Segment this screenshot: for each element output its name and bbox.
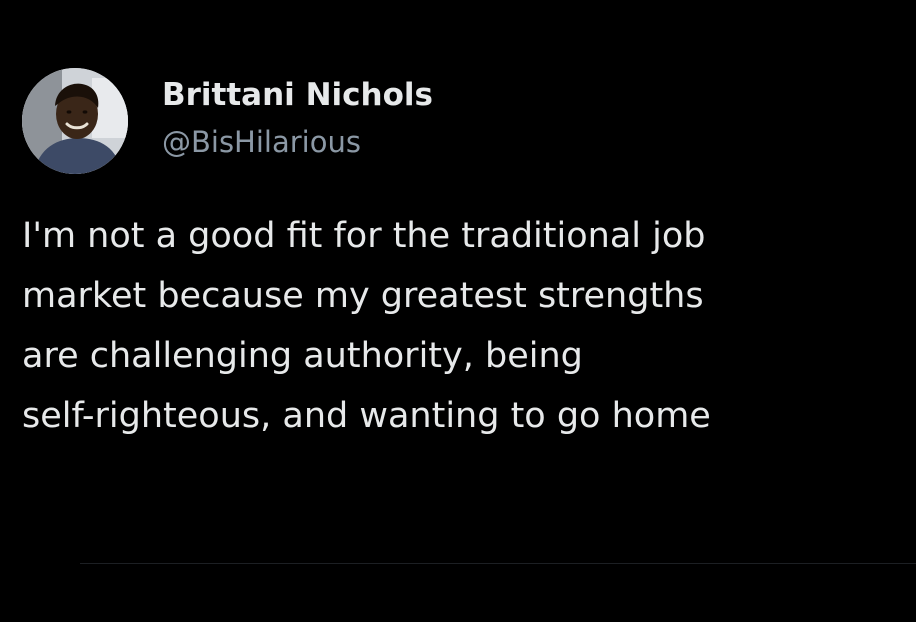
tweet-text-line: are challenging authority, being <box>22 336 583 376</box>
tweet-text: I'm not a good fit for the traditional j… <box>22 206 902 446</box>
profile-photo-icon <box>22 68 128 174</box>
divider <box>80 563 916 564</box>
tweet-text-line: market because my greatest strengths <box>22 276 704 316</box>
tweet-card: Brittani Nichols @BisHilarious I'm not a… <box>0 0 916 622</box>
tweet-text-line: self-righteous, and wanting to go home <box>22 396 711 436</box>
author-display-name[interactable]: Brittani Nichols <box>162 76 433 114</box>
avatar[interactable] <box>22 68 128 174</box>
author-handle[interactable]: @BisHilarious <box>162 124 361 160</box>
tweet-text-line: I'm not a good fit for the traditional j… <box>22 216 706 256</box>
